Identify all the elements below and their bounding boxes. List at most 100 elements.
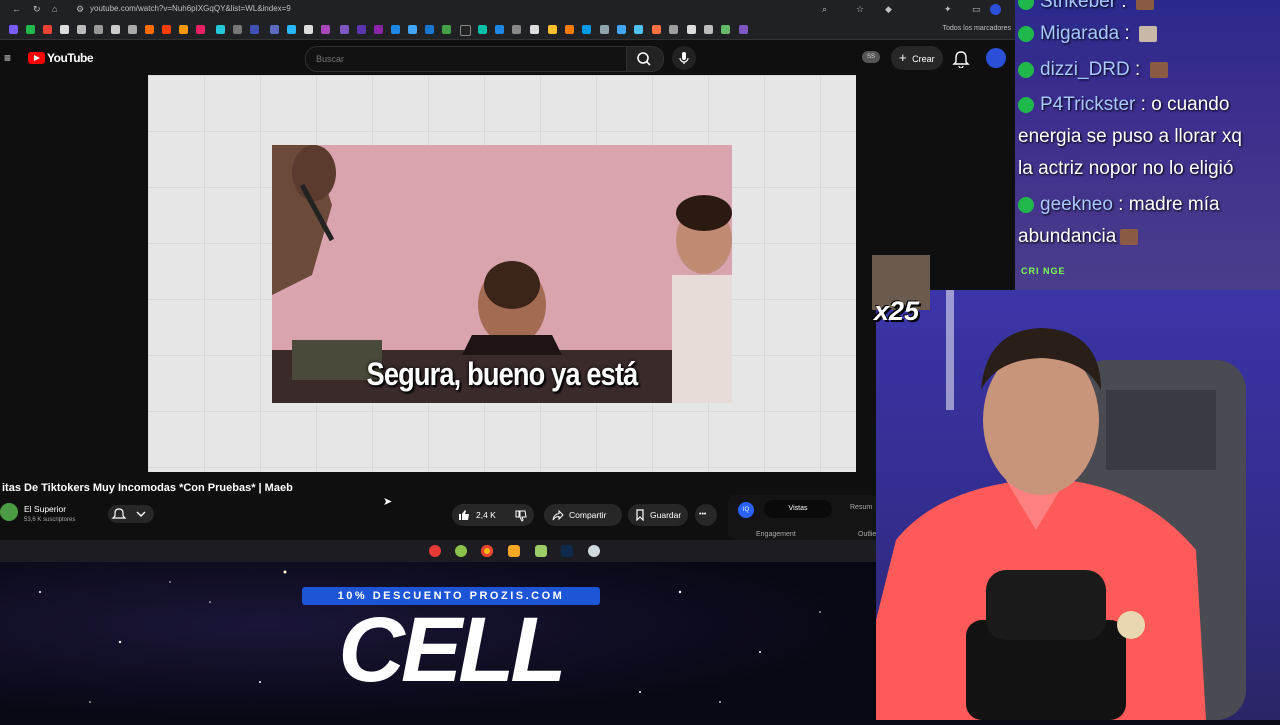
like-dislike-group: 2,4 K <box>452 504 534 526</box>
bookmark-icon[interactable] <box>43 25 52 34</box>
youtube-wordmark[interactable]: YouTube <box>47 51 94 65</box>
chat-text: o cuando <box>1151 94 1230 115</box>
mouse-cursor: ➤ <box>383 496 393 508</box>
bookmark-icon[interactable] <box>270 25 279 34</box>
bookmark-icon[interactable] <box>687 25 696 34</box>
puzzle-icon[interactable]: ✦ <box>944 4 952 15</box>
bookmark-icon[interactable] <box>196 25 205 34</box>
bookmark-icon[interactable] <box>495 25 504 34</box>
extension-icon[interactable]: ◆ <box>885 4 892 15</box>
bookmark-icon[interactable] <box>478 25 487 34</box>
bookmark-icon[interactable] <box>60 25 69 34</box>
menu-icon[interactable]: ≡ <box>4 51 11 65</box>
sidebar-icon[interactable]: ▭ <box>972 4 981 15</box>
subscribed-notifications-button[interactable] <box>108 505 154 523</box>
mic-icon <box>679 52 689 64</box>
bookmark-icon[interactable] <box>233 25 242 34</box>
bookmark-icon[interactable] <box>9 25 18 34</box>
bookmark-icon[interactable] <box>304 25 313 34</box>
app-icon[interactable] <box>588 545 600 557</box>
save-button[interactable]: Guardar <box>628 504 688 526</box>
chat-username: dizzi_DRD <box>1040 59 1130 80</box>
youtube-logo-icon[interactable] <box>28 52 45 64</box>
bookmark-icon[interactable] <box>582 25 591 34</box>
reload-icon[interactable]: ↻ <box>33 4 41 15</box>
tab-summary[interactable]: Resum <box>850 504 872 511</box>
bookmark-icon[interactable] <box>321 25 330 34</box>
app-icon[interactable] <box>535 545 547 557</box>
chat-username: Strikeber <box>1040 0 1117 12</box>
user-avatar[interactable] <box>986 48 1006 68</box>
bookmark-icon[interactable] <box>145 25 154 34</box>
folder-icon[interactable] <box>508 545 520 557</box>
channel-avatar[interactable] <box>0 503 18 521</box>
app-icon[interactable] <box>455 545 467 557</box>
bookmark-icon[interactable] <box>600 25 609 34</box>
bookmark-icon[interactable] <box>179 25 188 34</box>
chat-username: Migarada <box>1040 23 1120 44</box>
channel-name[interactable]: El Superior <box>24 504 66 514</box>
bookmark-icon[interactable] <box>111 25 120 34</box>
bookmark-icon[interactable] <box>162 25 171 34</box>
voice-search-button[interactable] <box>672 46 696 70</box>
chrome-icon[interactable] <box>481 545 493 557</box>
home-icon[interactable]: ⌂ <box>52 4 57 14</box>
chat-separator: : <box>1119 23 1136 44</box>
more-actions-button[interactable]: ••• <box>695 504 717 526</box>
site-info-icon[interactable]: ⚙ <box>76 4 84 15</box>
chat-message-continued: la actriz nopor no lo eligió <box>1018 153 1233 185</box>
bookmark-icon[interactable] <box>704 25 713 34</box>
zoom-icon[interactable]: ⌕ <box>822 4 827 15</box>
bookmark-icon[interactable] <box>408 25 417 34</box>
bookmark-icon[interactable] <box>340 25 349 34</box>
bookmark-icon[interactable] <box>739 25 748 34</box>
bookmark-icon[interactable] <box>94 25 103 34</box>
share-icon <box>552 509 564 521</box>
thumbs-up-icon[interactable] <box>458 509 470 521</box>
bookmark-icon[interactable] <box>530 25 539 34</box>
like-count[interactable]: 2,4 K <box>476 504 496 526</box>
bookmark-icon[interactable] <box>216 25 225 34</box>
create-button[interactable]: + Crear <box>891 46 943 70</box>
back-icon[interactable]: ← <box>12 4 21 14</box>
bookmark-icon[interactable] <box>634 25 643 34</box>
emote-icon <box>1149 61 1168 78</box>
bookmark-icon[interactable] <box>425 25 434 34</box>
bookmark-icon[interactable] <box>442 25 451 34</box>
chat-message: Migarada : <box>1018 18 1158 50</box>
bookmark-icon[interactable] <box>391 25 400 34</box>
cringe-emote: CRI NGE <box>1021 266 1066 276</box>
thumbs-down-icon[interactable] <box>515 510 527 522</box>
photoshop-icon[interactable] <box>561 545 573 557</box>
vidiq-logo[interactable]: IQ <box>738 502 754 518</box>
app-icon[interactable] <box>429 545 441 557</box>
bookmark-icon[interactable] <box>128 25 137 34</box>
bookmark-icon[interactable] <box>26 25 35 34</box>
bookmark-icon[interactable] <box>652 25 661 34</box>
bookmark-icon[interactable] <box>721 25 730 34</box>
bookmark-icon[interactable] <box>357 25 366 34</box>
bookmark-icon[interactable] <box>460 25 471 36</box>
bookmark-icon[interactable] <box>287 25 296 34</box>
search-button[interactable] <box>626 46 664 72</box>
bookmark-icon[interactable] <box>512 25 521 34</box>
bookmark-icon[interactable] <box>565 25 574 34</box>
bookmark-icon[interactable] <box>548 25 557 34</box>
bookmark-icon[interactable] <box>669 25 678 34</box>
bell-icon[interactable] <box>952 50 970 68</box>
tab-views[interactable]: Vistas <box>764 500 832 518</box>
emote-counter: x25 <box>874 296 920 326</box>
bookmark-icon[interactable] <box>77 25 86 34</box>
bookmark-icon[interactable] <box>617 25 626 34</box>
url-field[interactable]: youtube.com/watch?v=Nuh6pIXGqQY&list=WL&… <box>90 4 291 13</box>
star-icon[interactable]: ☆ <box>856 4 864 15</box>
ss-badge[interactable]: SS <box>862 51 880 63</box>
bookmark-icon[interactable] <box>250 25 259 34</box>
profile-avatar[interactable] <box>990 4 1001 15</box>
bookmark-icon[interactable] <box>374 25 383 34</box>
search-input[interactable] <box>314 50 618 68</box>
engagement-label: Engagement <box>756 531 796 538</box>
share-button[interactable]: Compartir <box>544 504 622 526</box>
all-bookmarks-button[interactable]: Todos los marcadores <box>943 25 1011 32</box>
chat-text: abundancia <box>1018 226 1117 247</box>
